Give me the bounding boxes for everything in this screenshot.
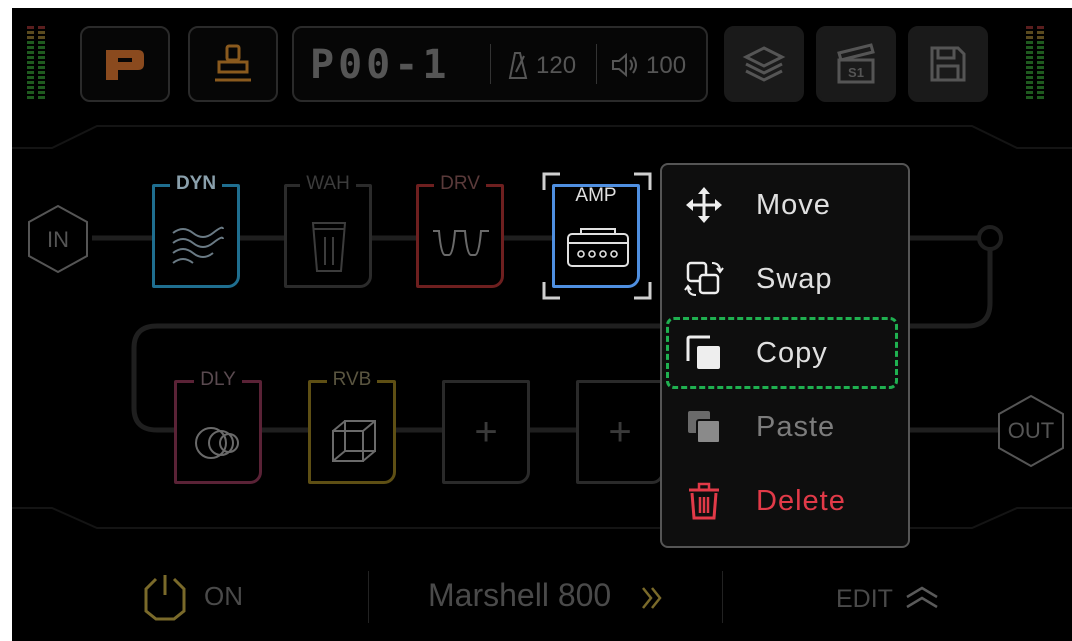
- layers-icon: [742, 46, 786, 82]
- menu-item-delete[interactable]: Delete: [666, 469, 902, 533]
- block-dyn[interactable]: DYN: [152, 173, 240, 288]
- wah-pedal-icon: [311, 222, 347, 272]
- block-wah[interactable]: WAH: [284, 173, 372, 288]
- power-icon[interactable]: [142, 571, 188, 623]
- device-screen: P00-1 120 100 S1 IN OUT DYN WAH DRV AMP …: [12, 8, 1072, 641]
- block-label: DRV: [434, 173, 486, 194]
- menu-item-label: Swap: [756, 262, 833, 295]
- menu-item-label: Delete: [756, 484, 846, 517]
- menu-item-move[interactable]: Move: [666, 173, 902, 237]
- block-drv[interactable]: DRV: [416, 173, 504, 288]
- tuner-stamp-icon: [215, 44, 251, 82]
- copy-icon: [686, 335, 720, 369]
- signal-chain-background: [12, 125, 1072, 529]
- paste-icon: [688, 411, 721, 444]
- block-label: RVB: [326, 369, 378, 390]
- menu-item-label: Move: [756, 188, 831, 221]
- menu-item-label: Paste: [756, 410, 836, 443]
- tempo-value: 120: [536, 52, 577, 79]
- plus-icon: +: [608, 410, 632, 454]
- square-wave-icon: [433, 230, 489, 256]
- menu-item-copy[interactable]: Copy: [666, 317, 902, 389]
- block-dly[interactable]: DLY: [174, 369, 262, 484]
- menu-item-label: Copy: [756, 336, 828, 369]
- preset-info-panel[interactable]: P00-1 120 100: [292, 26, 708, 102]
- output-label: OUT: [1007, 418, 1055, 443]
- layers-button[interactable]: [724, 26, 804, 102]
- output-level-meter: [1026, 26, 1048, 104]
- add-block-slot[interactable]: +: [442, 380, 530, 484]
- block-context-menu: Move Swap Copy Paste Delete: [660, 163, 910, 548]
- delay-circles-icon: [195, 427, 239, 459]
- power-status[interactable]: ON: [204, 581, 243, 612]
- home-logo-button[interactable]: [80, 26, 170, 102]
- block-label: DLY: [194, 369, 242, 390]
- svg-text:S1: S1: [848, 65, 864, 80]
- preset-name: P00-1: [310, 42, 451, 88]
- volume-value: 100: [646, 52, 687, 79]
- metronome-icon: [508, 52, 528, 79]
- input-label: IN: [47, 227, 69, 252]
- double-chevron-right-icon[interactable]: [640, 585, 664, 611]
- block-label: AMP: [575, 185, 617, 206]
- tuner-button[interactable]: [188, 26, 278, 102]
- scene-button[interactable]: S1: [816, 26, 896, 102]
- save-button[interactable]: [908, 26, 988, 102]
- menu-item-paste[interactable]: Paste: [666, 395, 902, 459]
- logo-icon: [106, 50, 144, 80]
- menu-item-swap[interactable]: Swap: [666, 247, 902, 311]
- block-amp-selected[interactable]: AMP: [552, 184, 640, 288]
- move-arrows-icon: [686, 187, 722, 223]
- clapperboard-icon: S1: [837, 43, 875, 84]
- trash-icon: [689, 482, 719, 520]
- amp-model-name[interactable]: Marshell 800: [428, 577, 611, 614]
- save-floppy-icon: [930, 46, 966, 82]
- block-label: WAH: [300, 173, 356, 194]
- add-block-slot[interactable]: +: [576, 380, 664, 484]
- block-label: DYN: [169, 173, 223, 194]
- speaker-icon: [612, 52, 637, 78]
- amp-head-icon: [567, 228, 629, 267]
- double-chevron-up-icon[interactable]: [904, 585, 940, 611]
- bottom-bar: ON Marshell 800 EDIT: [12, 553, 1072, 641]
- cube-icon: [332, 420, 376, 462]
- wave-icon: [172, 226, 224, 264]
- swap-icon: [684, 261, 724, 296]
- block-rvb[interactable]: RVB: [308, 369, 396, 484]
- plus-icon: +: [474, 410, 498, 454]
- input-level-meter: [27, 26, 49, 104]
- edit-label[interactable]: EDIT: [836, 585, 893, 614]
